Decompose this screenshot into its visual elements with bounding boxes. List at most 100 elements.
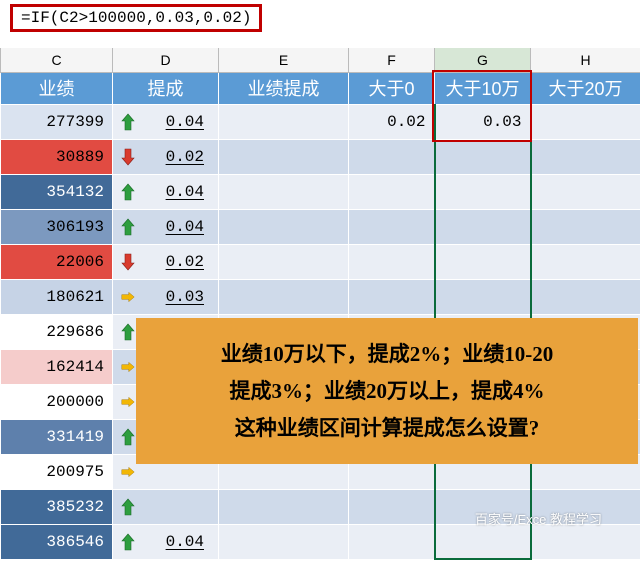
table-row: 386546 0.04 — [1, 524, 640, 559]
cell-e[interactable] — [219, 244, 349, 279]
cell-yeji[interactable]: 229686 — [1, 314, 113, 349]
right-arrow-icon — [121, 288, 135, 306]
cell-g[interactable] — [435, 279, 531, 314]
colhead-h[interactable]: H — [531, 48, 640, 72]
ticheng-value: 0.04 — [166, 533, 204, 551]
cell-g[interactable] — [435, 244, 531, 279]
cell-f[interactable]: 0.02 — [349, 104, 435, 139]
header-yeji[interactable]: 业绩 — [1, 72, 113, 104]
cell-e[interactable] — [219, 524, 349, 559]
colhead-f[interactable]: F — [349, 48, 435, 72]
cell-e[interactable] — [219, 489, 349, 524]
cell-f[interactable] — [349, 174, 435, 209]
cell-yeji[interactable]: 386546 — [1, 524, 113, 559]
cell-e[interactable] — [219, 174, 349, 209]
cell-ticheng[interactable]: 0.02 — [113, 244, 219, 279]
cell-e[interactable] — [219, 279, 349, 314]
colhead-e[interactable]: E — [219, 48, 349, 72]
cell-yeji[interactable]: 200000 — [1, 384, 113, 419]
right-arrow-icon — [121, 393, 135, 411]
cell-ticheng[interactable]: 0.04 — [113, 209, 219, 244]
cell-ticheng[interactable]: 0.04 — [113, 524, 219, 559]
cell-ticheng[interactable]: 0.03 — [113, 279, 219, 314]
up-arrow-icon — [121, 113, 135, 131]
up-arrow-icon — [121, 533, 135, 551]
ticheng-value: 0.02 — [166, 253, 204, 271]
cell-yeji[interactable]: 306193 — [1, 209, 113, 244]
up-arrow-icon — [121, 498, 135, 516]
down-arrow-icon — [121, 148, 135, 166]
ticheng-value: 0.04 — [166, 218, 204, 236]
anno-line3: 这种业绩区间计算提成怎么设置? — [146, 410, 628, 447]
cell-f[interactable] — [349, 489, 435, 524]
spreadsheet: C D E F G H 业绩 提成 业绩提成 大于0 大于10万 大于20万 2… — [0, 48, 640, 560]
table-row: 306193 0.04 — [1, 209, 640, 244]
cell-yeji[interactable]: 354132 — [1, 174, 113, 209]
right-arrow-icon — [121, 463, 135, 481]
header-gt10w[interactable]: 大于10万 — [435, 72, 531, 104]
cell-e[interactable] — [219, 104, 349, 139]
header-ticheng[interactable]: 提成 — [113, 72, 219, 104]
formula-bar[interactable]: =IF(C2>100000,0.03,0.02) — [10, 4, 262, 32]
right-arrow-icon — [121, 358, 135, 376]
cell-yeji[interactable]: 331419 — [1, 419, 113, 454]
down-arrow-icon — [121, 253, 135, 271]
cell-f[interactable] — [349, 139, 435, 174]
cell-yeji[interactable]: 180621 — [1, 279, 113, 314]
cell-ticheng[interactable]: 0.04 — [113, 174, 219, 209]
cell-f[interactable] — [349, 209, 435, 244]
cell-yeji[interactable]: 277399 — [1, 104, 113, 139]
up-arrow-icon — [121, 183, 135, 201]
annotation-callout: 业绩10万以下，提成2%；业绩10-20 提成3%；业绩20万以上，提成4% 这… — [136, 318, 638, 464]
table-row: 277399 0.04 0.020.03 — [1, 104, 640, 139]
cell-ticheng[interactable]: 0.04 — [113, 104, 219, 139]
cell-g[interactable] — [435, 524, 531, 559]
cell-g[interactable] — [435, 209, 531, 244]
cell-h[interactable] — [531, 104, 640, 139]
anno-line1: 业绩10万以下，提成2%；业绩10-20 — [146, 336, 628, 373]
column-headers-row: C D E F G H — [1, 48, 640, 72]
ticheng-value: 0.02 — [166, 148, 204, 166]
ticheng-value: 0.03 — [166, 288, 204, 306]
cell-ticheng[interactable] — [113, 489, 219, 524]
cell-yeji[interactable]: 162414 — [1, 349, 113, 384]
cell-h[interactable] — [531, 244, 640, 279]
cell-e[interactable] — [219, 139, 349, 174]
up-arrow-icon — [121, 428, 135, 446]
cell-yeji[interactable]: 30889 — [1, 139, 113, 174]
cell-f[interactable] — [349, 524, 435, 559]
cell-h[interactable] — [531, 139, 640, 174]
colhead-g[interactable]: G — [435, 48, 531, 72]
table-row: 30889 0.02 — [1, 139, 640, 174]
cell-yeji[interactable]: 200975 — [1, 454, 113, 489]
table-row: 180621 0.03 — [1, 279, 640, 314]
cell-g[interactable] — [435, 139, 531, 174]
header-row: 业绩 提成 业绩提成 大于0 大于10万 大于20万 — [1, 72, 640, 104]
cell-yeji[interactable]: 22006 — [1, 244, 113, 279]
ticheng-value: 0.04 — [166, 183, 204, 201]
watermark: 百家号/Exce 教程学习 — [475, 509, 602, 528]
formula-text: =IF(C2>100000,0.03,0.02) — [21, 9, 251, 27]
cell-yeji[interactable]: 385232 — [1, 489, 113, 524]
cell-h[interactable] — [531, 279, 640, 314]
colhead-c[interactable]: C — [1, 48, 113, 72]
colhead-d[interactable]: D — [113, 48, 219, 72]
anno-line2: 提成3%；业绩20万以上，提成4% — [146, 373, 628, 410]
up-arrow-icon — [121, 218, 135, 236]
ticheng-value: 0.04 — [166, 113, 204, 131]
table-row: 354132 0.04 — [1, 174, 640, 209]
cell-ticheng[interactable]: 0.02 — [113, 139, 219, 174]
cell-e[interactable] — [219, 209, 349, 244]
cell-h[interactable] — [531, 209, 640, 244]
cell-g[interactable] — [435, 174, 531, 209]
header-gt0[interactable]: 大于0 — [349, 72, 435, 104]
cell-f[interactable] — [349, 279, 435, 314]
table-row: 22006 0.02 — [1, 244, 640, 279]
cell-h[interactable] — [531, 524, 640, 559]
up-arrow-icon — [121, 323, 135, 341]
cell-g[interactable]: 0.03 — [435, 104, 531, 139]
header-gt20w[interactable]: 大于20万 — [531, 72, 640, 104]
header-yeji-ticheng[interactable]: 业绩提成 — [219, 72, 349, 104]
cell-h[interactable] — [531, 174, 640, 209]
cell-f[interactable] — [349, 244, 435, 279]
